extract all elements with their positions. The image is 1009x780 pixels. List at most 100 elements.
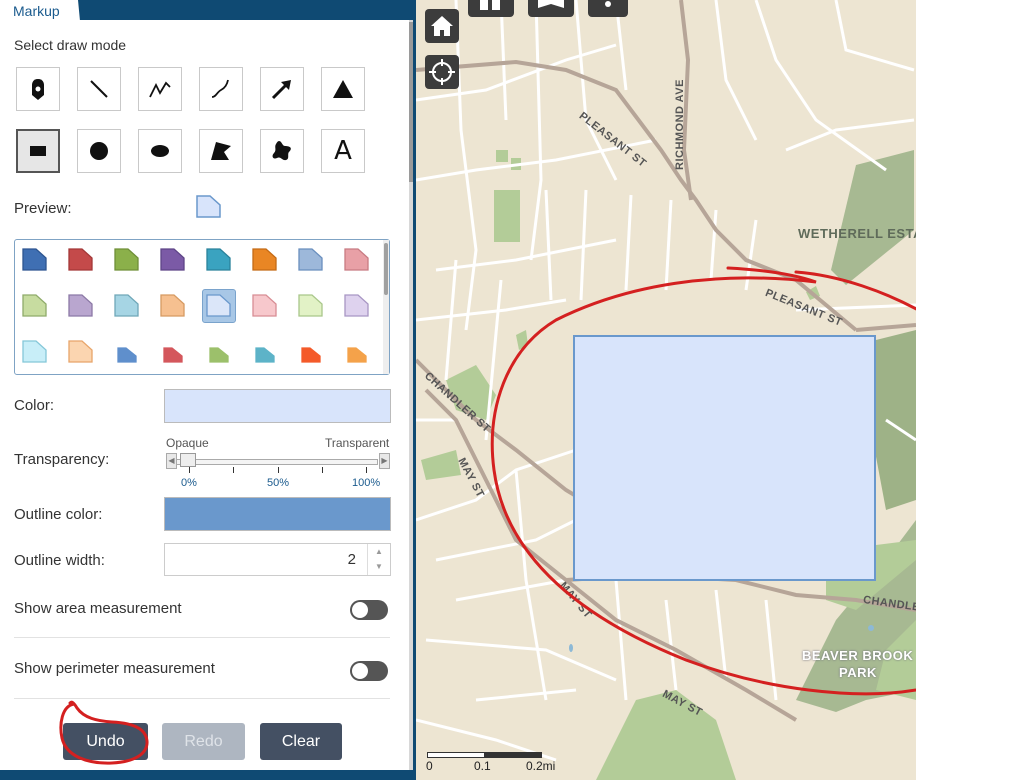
slider-tick [189,467,190,473]
fill-swatch[interactable] [248,335,282,369]
draw-polyline-button[interactable] [138,67,182,111]
fill-swatch[interactable] [248,289,282,323]
triangle-icon [333,80,353,98]
fill-swatch[interactable] [64,243,98,277]
fill-swatch-icon [344,294,369,317]
scale-label: 0.1 [474,759,491,773]
page-background [916,0,1009,780]
redo-button[interactable]: Redo [162,723,245,760]
fill-swatch-icon [298,294,323,317]
scale-segment [484,752,542,758]
show-area-toggle[interactable] [350,600,388,620]
fill-swatch[interactable] [340,289,374,323]
slider-tick-label-100: 100% [352,477,381,489]
draw-circle-button[interactable] [77,129,121,173]
undo-annotation-circle [59,700,149,765]
fill-swatch-icon [252,248,277,271]
stepper-down-icon[interactable]: ▼ [368,559,390,574]
fill-swatch[interactable] [110,243,144,277]
fill-swatch[interactable] [294,289,328,323]
scale-bar: 0 0.1 0.2mi [426,750,556,780]
fill-swatch[interactable] [110,335,144,369]
fill-swatch[interactable] [110,289,144,323]
fill-swatch-icon [68,248,93,271]
fill-swatch-icon [206,248,231,271]
fill-swatch-icon [160,248,185,271]
slider-tick [366,467,367,473]
draw-text-button[interactable]: A [321,129,365,173]
fill-swatch-icon [347,347,367,363]
fill-swatch[interactable] [156,335,190,369]
markup-panel: Markup Select draw mode A Preview: Color… [0,0,416,780]
text-icon: A [334,136,352,166]
fill-swatch[interactable] [18,335,52,369]
show-perimeter-label: Show perimeter measurement [14,660,215,677]
fill-swatch[interactable] [202,243,236,277]
draw-rectangle-button[interactable] [16,129,60,173]
fill-swatch-icon [114,248,139,271]
draw-polygon-button[interactable] [199,129,243,173]
gallery-scrollbar-thumb[interactable] [384,243,388,295]
fill-swatch[interactable] [64,289,98,323]
outline-width-label: Outline width: [14,552,105,569]
draw-line-button[interactable] [77,67,121,111]
fill-swatch[interactable] [340,335,374,369]
fill-swatch[interactable] [156,289,190,323]
polyline-icon [149,81,171,98]
fill-swatch[interactable] [202,289,236,323]
show-perimeter-toggle[interactable] [350,661,388,681]
fill-swatch[interactable] [18,289,52,323]
draw-freehand-line-button[interactable] [199,67,243,111]
draw-freehand-polygon-button[interactable] [260,129,304,173]
fill-swatch[interactable] [294,335,328,369]
fill-swatch-icon [22,294,47,317]
fill-swatch-icon [252,294,277,317]
fill-swatch-icon [68,340,93,363]
rectangle-icon [30,146,46,156]
map-view[interactable]: PLEASANT ST RICHMOND AVE PLEASANT ST CHA… [416,0,916,780]
fill-swatch-icon [160,294,185,317]
show-area-label: Show area measurement [14,600,182,617]
fill-swatch-icon [209,347,229,363]
transparency-slider-track[interactable] [176,459,378,465]
outline-color-picker[interactable] [164,497,391,531]
fill-swatch-icon [68,294,93,317]
outline-width-stepper[interactable]: ▲ ▼ [367,544,390,575]
draw-triangle-button[interactable] [321,67,365,111]
arrow-icon [271,80,291,100]
draw-ellipse-button[interactable] [138,129,182,173]
draw-arrow-button[interactable] [260,67,304,111]
freehand-line-icon [211,79,229,98]
fill-swatch-icon [22,248,47,271]
fill-swatch[interactable] [340,243,374,277]
outline-width-input[interactable]: 2 ▲ ▼ [164,543,391,576]
fill-swatch-icon [163,347,183,363]
polygon-icon [211,142,231,160]
draw-point-button[interactable] [16,67,60,111]
fill-color-picker[interactable] [164,389,391,423]
preview-label: Preview: [14,200,72,217]
fill-swatch[interactable] [294,243,328,277]
transparent-label: Transparent [325,436,390,450]
map-pin-icon [32,79,44,100]
preview-shape-icon [196,195,221,218]
transparency-slider-handle[interactable] [180,453,196,467]
fill-swatch[interactable] [18,243,52,277]
fill-swatch[interactable] [156,243,190,277]
divider [14,637,390,638]
fill-swatch[interactable] [202,335,236,369]
fill-swatch[interactable] [248,243,282,277]
scale-segment [427,752,485,758]
fill-swatch[interactable] [64,335,98,369]
fill-swatch-icon [298,248,323,271]
stepper-up-icon[interactable]: ▲ [368,544,390,559]
slider-tick [233,467,234,473]
slider-increase-button[interactable]: ▶ [379,453,390,469]
tab-markup-label: Markup [13,3,60,19]
opaque-label: Opaque [166,436,209,450]
scale-label: 0 [426,759,433,773]
fill-swatch-icon [206,294,231,317]
clear-button[interactable]: Clear [260,723,342,760]
tab-markup[interactable]: Markup [0,0,80,21]
scale-label: 0.2mi [526,759,556,773]
